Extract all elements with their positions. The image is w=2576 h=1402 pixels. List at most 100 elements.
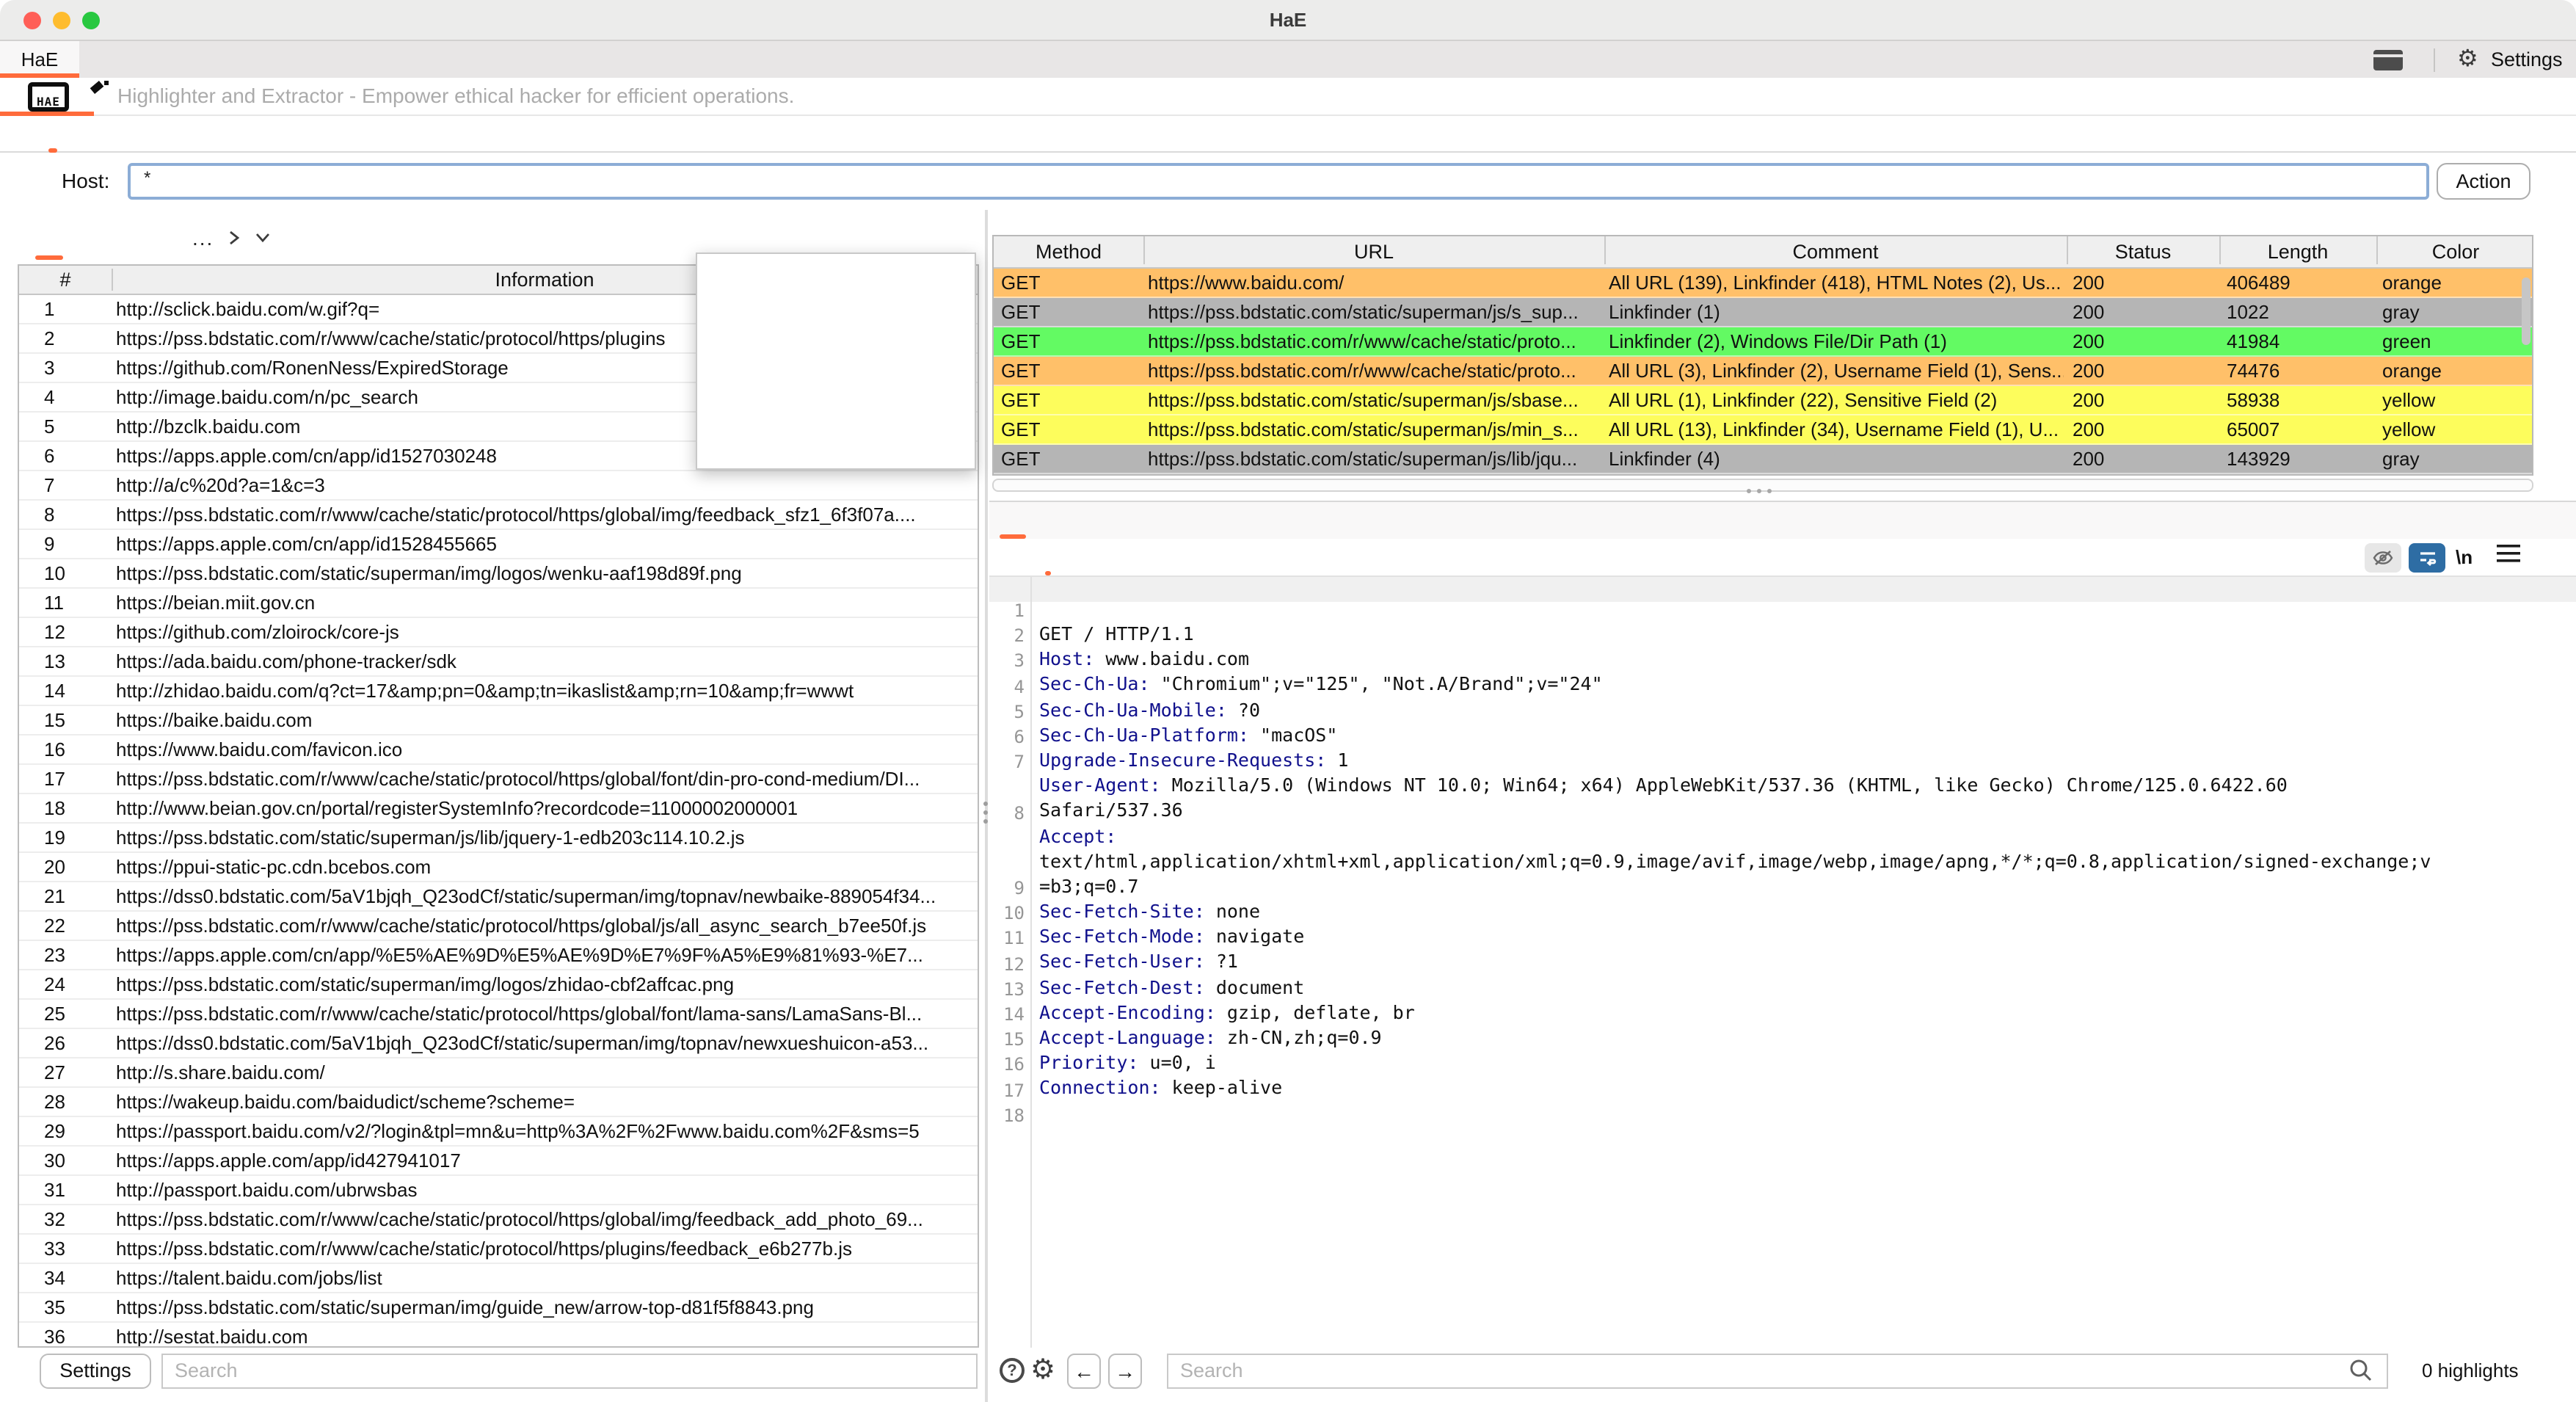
table-row[interactable]: 8 https://pss.bdstatic.com/r/www/cache/s…: [19, 501, 978, 530]
gear-icon[interactable]: ⚙: [2457, 41, 2478, 78]
left-search-input[interactable]: Search: [161, 1354, 978, 1389]
requests-table: Method URL Comment Status Length Color G…: [992, 235, 2533, 476]
row-number: 19: [44, 824, 65, 851]
row-number: 18: [44, 794, 65, 822]
row-number: 35: [44, 1293, 65, 1321]
cell-comment: All URL (3), Linkfinder (2), Username Fi…: [1609, 357, 2064, 385]
column-header-status[interactable]: Status: [2067, 236, 2219, 267]
table-row[interactable]: 29 https://passport.baidu.com/v2/?login&…: [19, 1117, 978, 1147]
table-row[interactable]: 33 https://pss.bdstatic.com/r/www/cache/…: [19, 1235, 978, 1264]
table-row[interactable]: 14 http://zhidao.baidu.com/q?ct=17&amp;p…: [19, 677, 978, 706]
table-row[interactable]: 13 https://ada.baidu.com/phone-tracker/s…: [19, 647, 978, 677]
word-wrap-icon[interactable]: [2409, 543, 2445, 573]
window-titlebar: HaE: [0, 0, 2576, 41]
column-header-color[interactable]: Color: [2376, 236, 2535, 267]
row-number: 14: [44, 677, 65, 705]
tab-hae[interactable]: HaE: [0, 41, 79, 78]
request-row[interactable]: GET https://pss.bdstatic.com/static/supe…: [994, 298, 2532, 327]
table-row[interactable]: 25 https://pss.bdstatic.com/r/www/cache/…: [19, 1000, 978, 1029]
row-url: https://pss.bdstatic.com/static/superman…: [116, 824, 745, 851]
table-row[interactable]: 36 http://sestat.baidu.com: [19, 1323, 978, 1348]
search-prev-button[interactable]: ←: [1067, 1354, 1101, 1389]
cell-color: yellow: [2382, 415, 2529, 443]
overflow-ellipsis[interactable]: ...: [192, 225, 214, 249]
menu-item[interactable]: [697, 327, 975, 360]
table-row[interactable]: 31 http://passport.baidu.com/ubrwsbas: [19, 1176, 978, 1205]
editor-line: 13 Accept-Encoding: gzip, deflate, br: [989, 956, 2576, 981]
magnifier-icon[interactable]: [2348, 1358, 2373, 1390]
request-row[interactable]: GET https://www.baidu.com/ All URL (139)…: [994, 269, 2532, 298]
column-header-url[interactable]: URL: [1143, 236, 1604, 267]
request-row[interactable]: GET https://pss.bdstatic.com/static/supe…: [994, 386, 2532, 415]
column-header-length[interactable]: Length: [2219, 236, 2376, 267]
raw-request-editor[interactable]: 1 GET / HTTP/1.1 2 Host: www.baidu.com 3…: [989, 577, 2576, 1348]
menu-item[interactable]: [697, 292, 975, 326]
table-row[interactable]: 18 http://www.beian.gov.cn/portal/regist…: [19, 794, 978, 824]
table-row[interactable]: 9 https://apps.apple.com/cn/app/id152845…: [19, 530, 978, 559]
main-nav-tabs: [0, 116, 2576, 153]
menu-item[interactable]: [697, 258, 975, 292]
table-row[interactable]: 16 https://www.baidu.com/favicon.ico: [19, 735, 978, 765]
settings-button[interactable]: Settings: [2491, 41, 2563, 78]
table-row[interactable]: 17 https://pss.bdstatic.com/r/www/cache/…: [19, 765, 978, 794]
request-row[interactable]: GET https://pss.bdstatic.com/r/www/cache…: [994, 357, 2532, 386]
menu-item[interactable]: [697, 395, 975, 429]
editor-line: 7 User-Agent: Mozilla/5.0 (Windows NT 10…: [989, 728, 2576, 753]
editor-gear-icon[interactable]: ⚙: [1030, 1352, 1055, 1389]
table-scrollbar-thumb[interactable]: [2522, 277, 2530, 345]
menu-icon[interactable]: [2497, 543, 2520, 571]
table-row[interactable]: 22 https://pss.bdstatic.com/r/www/cache/…: [19, 912, 978, 941]
column-header-method[interactable]: Method: [994, 236, 1143, 267]
help-icon[interactable]: ?: [1000, 1358, 1025, 1383]
action-button[interactable]: Action: [2437, 163, 2530, 200]
layout-card-icon[interactable]: [2373, 50, 2403, 70]
editor-line: 10 Sec-Fetch-Mode: navigate: [989, 880, 2576, 905]
editor-line: 18: [989, 1082, 2576, 1107]
table-row[interactable]: 30 https://apps.apple.com/app/id42794101…: [19, 1147, 978, 1176]
host-input[interactable]: *: [128, 163, 2429, 200]
editor-line: =b3;q=0.7: [989, 829, 2576, 854]
table-row[interactable]: 23 https://apps.apple.com/cn/app/%E5%AE%…: [19, 941, 978, 970]
chevron-down-icon[interactable]: [253, 230, 271, 244]
table-row[interactable]: 20 https://ppui-static-pc.cdn.bcebos.com: [19, 853, 978, 882]
newline-toggle[interactable]: \n: [2456, 543, 2473, 573]
table-row[interactable]: 11 https://beian.miit.gov.cn: [19, 589, 978, 618]
editor-line: 5 Sec-Ch-Ua-Platform: "macOS": [989, 678, 2576, 703]
table-row[interactable]: 34 https://talent.baidu.com/jobs/list: [19, 1264, 978, 1293]
row-number: 11: [44, 589, 64, 617]
table-row[interactable]: 12 https://github.com/zloirock/core-js: [19, 618, 978, 647]
row-url: https://talent.baidu.com/jobs/list: [116, 1264, 382, 1292]
table-row[interactable]: 35 https://pss.bdstatic.com/static/super…: [19, 1293, 978, 1323]
request-row[interactable]: GET https://pss.bdstatic.com/r/www/cache…: [994, 327, 2532, 357]
table-row[interactable]: 26 https://dss0.bdstatic.com/5aV1bjqh_Q2…: [19, 1029, 978, 1058]
left-settings-button[interactable]: Settings: [40, 1354, 151, 1389]
table-row[interactable]: 15 https://baike.baidu.com: [19, 706, 978, 735]
column-header-num[interactable]: #: [19, 266, 112, 294]
row-url: https://pss.bdstatic.com/r/www/cache/sta…: [116, 912, 926, 940]
cell-length: 1022: [2227, 298, 2373, 326]
eye-off-icon[interactable]: [2365, 543, 2401, 573]
table-row[interactable]: 28 https://wakeup.baidu.com/baidudict/sc…: [19, 1088, 978, 1117]
horizontal-splitter-handle[interactable]: [1747, 489, 1772, 493]
table-row[interactable]: 10 https://pss.bdstatic.com/static/super…: [19, 559, 978, 589]
cell-url: https://pss.bdstatic.com/static/superman…: [1148, 386, 1600, 414]
vertical-splitter-handle[interactable]: [982, 797, 989, 828]
menu-item[interactable]: [697, 360, 975, 394]
row-url: http://passport.baidu.com/ubrwsbas: [116, 1176, 417, 1204]
menu-item[interactable]: [697, 429, 975, 462]
editor-search-input[interactable]: Search: [1167, 1354, 2388, 1389]
table-row[interactable]: 24 https://pss.bdstatic.com/static/super…: [19, 970, 978, 1000]
search-next-button[interactable]: →: [1108, 1354, 1142, 1389]
table-row[interactable]: 32 https://pss.bdstatic.com/r/www/cache/…: [19, 1205, 978, 1235]
row-url: https://github.com/RonenNess/ExpiredStor…: [116, 354, 509, 382]
row-number: 28: [44, 1088, 65, 1116]
request-row[interactable]: GET https://pss.bdstatic.com/static/supe…: [994, 445, 2532, 474]
table-row[interactable]: 19 https://pss.bdstatic.com/static/super…: [19, 824, 978, 853]
cell-comment: All URL (13), Linkfinder (34), Username …: [1609, 415, 2064, 443]
request-row[interactable]: GET https://pss.bdstatic.com/static/supe…: [994, 415, 2532, 445]
chevron-right-icon[interactable]: [227, 228, 240, 246]
table-row[interactable]: 7 http://a/c%20d?a=1&c=3: [19, 471, 978, 501]
table-row[interactable]: 21 https://dss0.bdstatic.com/5aV1bjqh_Q2…: [19, 882, 978, 912]
column-header-comment[interactable]: Comment: [1604, 236, 2067, 267]
table-row[interactable]: 27 http://s.share.baidu.com/: [19, 1058, 978, 1088]
